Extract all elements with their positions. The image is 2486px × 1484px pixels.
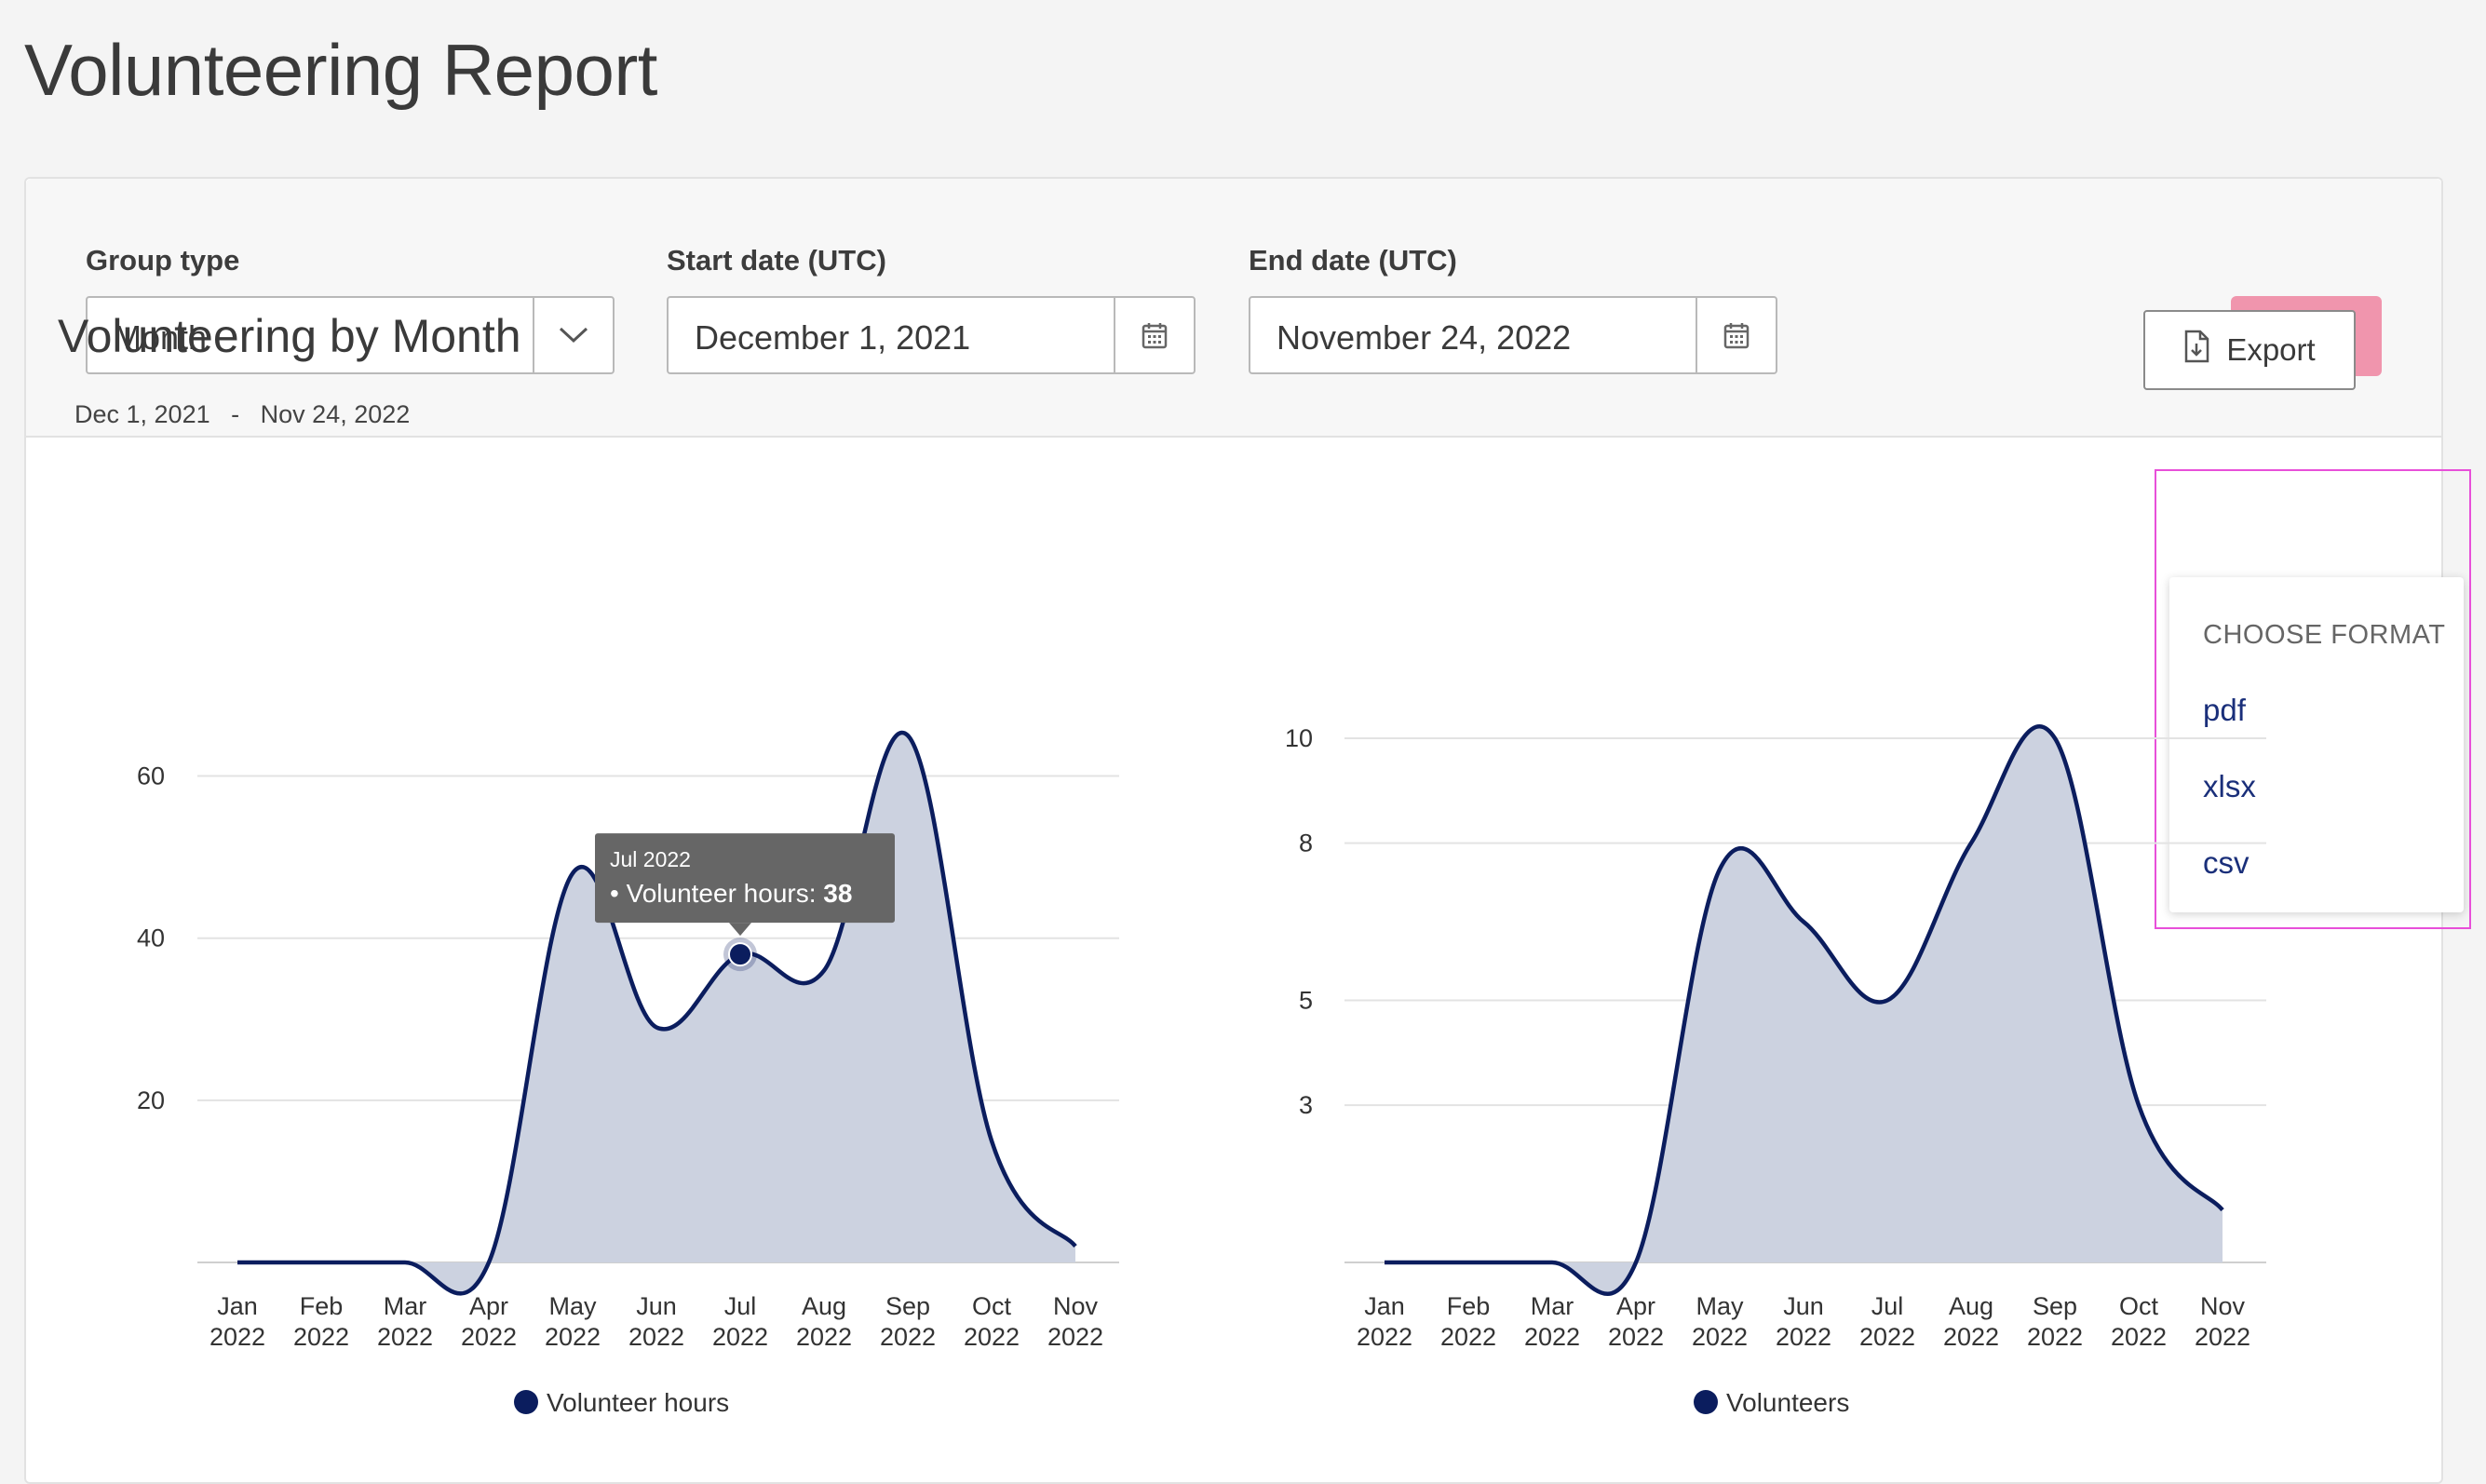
- y-tick-label: 20: [137, 1086, 165, 1114]
- x-tick-label: Mar 2022: [377, 1292, 433, 1351]
- x-tick-label: Jul 2022: [1859, 1292, 1915, 1351]
- svg-text:Volunteer hours: Volunteer hours: [547, 1388, 729, 1417]
- x-tick-label: Mar 2022: [1524, 1292, 1580, 1351]
- y-tick-label: 8: [1299, 830, 1313, 857]
- x-tick-label: Sep 2022: [2027, 1292, 2083, 1351]
- tooltip: Jul 2022 • Volunteer hours: 38: [595, 833, 895, 937]
- svg-text:Volunteers: Volunteers: [1726, 1388, 1849, 1417]
- y-tick-label: 5: [1299, 987, 1313, 1015]
- x-tick-label: Sep 2022: [880, 1292, 936, 1351]
- x-tick-label: May 2022: [545, 1292, 601, 1351]
- x-tick-label: Apr 2022: [1608, 1292, 1664, 1351]
- y-tick-label: 3: [1299, 1091, 1313, 1119]
- x-tick-label: Aug 2022: [1943, 1292, 1999, 1351]
- x-tick-label: Jan 2022: [209, 1292, 265, 1351]
- x-tick-label: Feb 2022: [1440, 1292, 1496, 1351]
- y-tick-label: 60: [137, 762, 165, 790]
- x-tick-label: Apr 2022: [461, 1292, 517, 1351]
- x-tick-label: Feb 2022: [293, 1292, 349, 1351]
- x-tick-label: Nov 2022: [2195, 1292, 2250, 1351]
- y-tick-label: 40: [137, 924, 165, 952]
- volunteer-hours-chart: 20 40 60 Volunteer hours Jan 2022 Feb 2022 Mar 20…: [137, 730, 1119, 1417]
- y-tick-label: 10: [1285, 724, 1313, 752]
- x-tick-label: Oct 2022: [964, 1292, 1020, 1351]
- series-area: [1385, 726, 2223, 1294]
- hover-marker[interactable]: [728, 942, 752, 967]
- x-tick-label: Jun 2022: [628, 1292, 684, 1351]
- x-tick-label: Aug 2022: [796, 1292, 852, 1351]
- x-tick-label: Oct 2022: [2111, 1292, 2167, 1351]
- svg-text:• Volunteer hours: 38: • Volunteer hours: 38: [610, 879, 852, 908]
- volunteers-chart: 3 5 8 10 Volunteers Jan 2022 Feb 2022 Mar 2022 Apr 2…: [1285, 724, 2266, 1417]
- legend-item[interactable]: Volunteers: [1694, 1388, 1849, 1417]
- x-tick-label: Jan 2022: [1357, 1292, 1412, 1351]
- legend-item[interactable]: Volunteer hours: [514, 1388, 729, 1417]
- x-tick-label: Nov 2022: [1047, 1292, 1103, 1351]
- x-tick-label: Jul 2022: [712, 1292, 768, 1351]
- svg-text:Jul 2022: Jul 2022: [610, 847, 691, 871]
- x-tick-label: May 2022: [1692, 1292, 1748, 1351]
- x-tick-label: Jun 2022: [1776, 1292, 1831, 1351]
- series-area: [237, 732, 1075, 1294]
